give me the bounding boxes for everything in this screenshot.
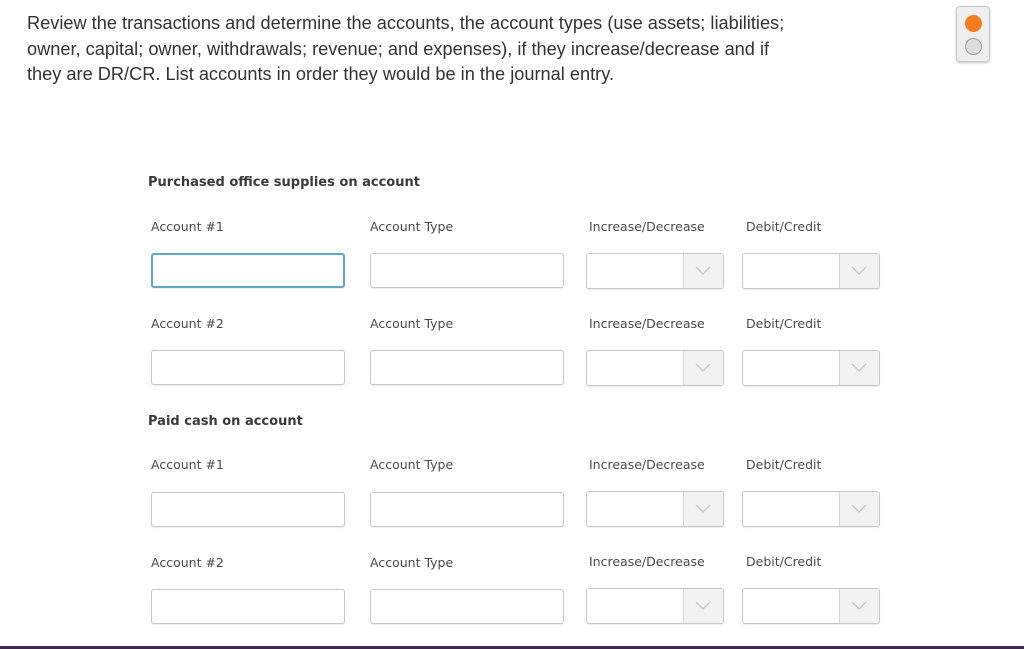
chevron-down-icon[interactable] (683, 492, 723, 526)
chevron-down-icon[interactable] (839, 254, 879, 288)
account-type-input[interactable] (370, 589, 564, 624)
account-input[interactable] (151, 589, 345, 624)
transaction-title: Paid cash on account (148, 414, 303, 429)
account-type-label: Account Type (370, 457, 454, 472)
chevron-down-icon[interactable] (839, 351, 879, 385)
account-type-label: Account Type (370, 555, 454, 570)
chevron-down-icon[interactable] (839, 589, 879, 623)
toggle-on-indicator-icon (965, 15, 982, 32)
increase-decrease-label: Increase/Decrease (589, 219, 705, 234)
transaction-title: Purchased office supplies on account (148, 175, 420, 190)
instructions-text: Review the transactions and determine th… (27, 13, 785, 84)
chevron-down-icon[interactable] (683, 589, 723, 623)
account-type-label: Account Type (370, 219, 454, 234)
account-input[interactable] (151, 350, 345, 385)
increase-decrease-select[interactable] (586, 588, 724, 624)
account-label: Account #2 (151, 555, 224, 570)
increase-decrease-select[interactable] (586, 253, 724, 289)
debit-credit-label: Debit/Credit (746, 219, 822, 234)
debit-credit-select[interactable] (742, 253, 880, 289)
chevron-down-icon[interactable] (839, 492, 879, 526)
account-label: Account #1 (151, 457, 224, 472)
debit-credit-select[interactable] (742, 350, 880, 386)
increase-decrease-label: Increase/Decrease (589, 554, 705, 569)
toggle-off-indicator-icon (965, 38, 982, 55)
account-label: Account #1 (151, 219, 224, 234)
chevron-down-icon[interactable] (683, 254, 723, 288)
debit-credit-label: Debit/Credit (746, 457, 822, 472)
chevron-down-icon[interactable] (683, 351, 723, 385)
account-type-input[interactable] (370, 492, 564, 527)
account-label: Account #2 (151, 316, 224, 331)
account-input[interactable] (151, 253, 345, 288)
account-type-input[interactable] (370, 350, 564, 385)
increase-decrease-select[interactable] (586, 350, 724, 386)
toggle-switch[interactable] (956, 6, 990, 62)
increase-decrease-label: Increase/Decrease (589, 316, 705, 331)
debit-credit-select[interactable] (742, 588, 880, 624)
account-input[interactable] (151, 492, 345, 527)
account-type-label: Account Type (370, 316, 454, 331)
account-type-input[interactable] (370, 253, 564, 288)
debit-credit-label: Debit/Credit (746, 554, 822, 569)
increase-decrease-select[interactable] (586, 491, 724, 527)
debit-credit-label: Debit/Credit (746, 316, 822, 331)
debit-credit-select[interactable] (742, 491, 880, 527)
increase-decrease-label: Increase/Decrease (589, 457, 705, 472)
